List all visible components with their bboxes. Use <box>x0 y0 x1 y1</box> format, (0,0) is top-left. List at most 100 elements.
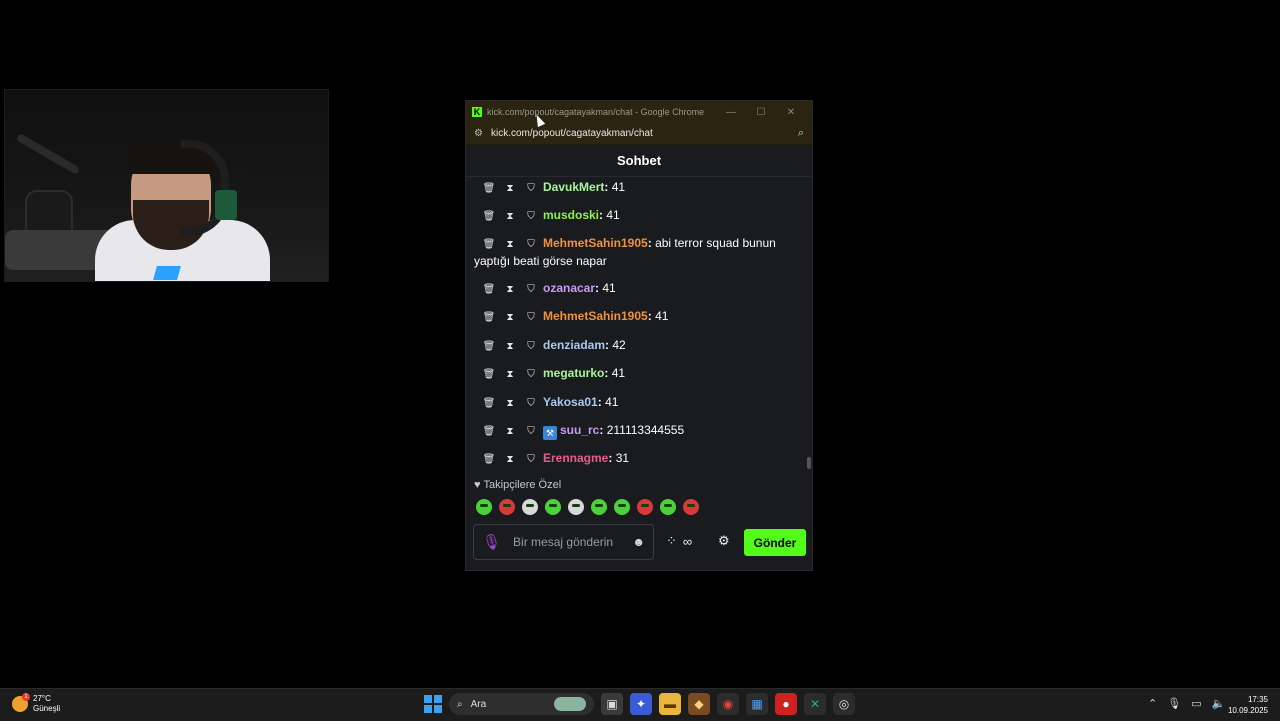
chat-username[interactable]: musdoski <box>543 208 599 222</box>
clock-date: 10.09.2025 <box>1227 706 1268 715</box>
copilot-icon[interactable]: ✦ <box>630 693 652 715</box>
app-icon[interactable]: ◆ <box>688 693 710 715</box>
emote-icon[interactable] <box>568 499 584 515</box>
emote-icon[interactable] <box>591 499 607 515</box>
timeout-user-icon[interactable]: ⧗ <box>501 451 519 468</box>
chat-username[interactable]: megaturko <box>543 366 604 380</box>
chat-message[interactable]: 🗑 ⧗ ⛉ denziadam: 42 <box>480 337 782 355</box>
delete-message-icon[interactable]: 🗑 <box>480 423 498 440</box>
ban-user-icon[interactable]: ⛉ <box>522 451 540 468</box>
users-icon[interactable]: ⁘ <box>666 533 677 549</box>
timeout-user-icon[interactable]: ⧗ <box>501 395 519 412</box>
windows-start-icon[interactable] <box>424 695 442 713</box>
emote-icon[interactable] <box>522 499 538 515</box>
taskbar-search[interactable]: ⌕ Ara <box>449 693 594 715</box>
address-bar[interactable]: ⚙ kick.com/popout/cagatayakman/chat ⌕ <box>466 123 812 145</box>
chat-username[interactable]: MehmetSahin1905 <box>543 236 648 250</box>
chat-username[interactable]: Erennagme <box>543 451 608 465</box>
ban-user-icon[interactable]: ⛉ <box>522 423 540 440</box>
ban-user-icon[interactable]: ⛉ <box>522 309 540 326</box>
ban-user-icon[interactable]: ⛉ <box>522 236 540 253</box>
send-button[interactable]: Gönder <box>744 529 806 556</box>
chat-message[interactable]: 🗑 ⧗ ⛉ Yakosa01: 41 <box>480 394 782 412</box>
chat-message[interactable]: 🗑 ⧗ ⛉ DavukMert: 41 <box>480 179 782 197</box>
timeout-user-icon[interactable]: ⧗ <box>501 423 519 440</box>
minimize-button[interactable]: — <box>716 107 746 118</box>
emote-icon[interactable] <box>499 499 515 515</box>
emote-icon[interactable] <box>614 499 630 515</box>
file-explorer-icon[interactable]: ▬ <box>659 693 681 715</box>
ban-user-icon[interactable]: ⛉ <box>522 180 540 197</box>
delete-message-icon[interactable]: 🗑 <box>480 180 498 197</box>
close-button[interactable]: ✕ <box>776 107 806 118</box>
delete-message-icon[interactable]: 🗑 <box>480 451 498 468</box>
app-icon[interactable]: ◎ <box>833 693 855 715</box>
emote-icon[interactable] <box>545 499 561 515</box>
chat-message[interactable]: 🗑 ⧗ ⛉ ozanacar: 41 <box>480 280 782 298</box>
chevron-up-icon[interactable]: ⌃ <box>1148 697 1157 710</box>
chat-username[interactable]: Yakosa01 <box>543 395 598 409</box>
timeout-user-icon[interactable]: ⧗ <box>501 366 519 383</box>
timeout-user-icon[interactable]: ⧗ <box>501 208 519 225</box>
microphone-icon[interactable]: 🎙 <box>482 533 501 551</box>
delete-message-icon[interactable]: 🗑 <box>480 309 498 326</box>
delete-message-icon[interactable]: 🗑 <box>480 366 498 383</box>
delete-message-icon[interactable]: 🗑 <box>480 338 498 355</box>
chat-message[interactable]: 🗑 ⧗ ⛉ Erennagme: 31 <box>480 450 782 468</box>
emote-icon[interactable] <box>660 499 676 515</box>
site-settings-icon[interactable]: ⚙ <box>474 128 483 139</box>
chat-message[interactable]: 🗑 ⧗ ⛉ MehmetSahin1905: 41 <box>480 308 782 326</box>
delete-message-icon[interactable]: 🗑 <box>480 395 498 412</box>
title-bar[interactable]: K kick.com/popout/cagatayakman/chat - Go… <box>466 101 812 123</box>
maximize-button[interactable]: ☐ <box>746 107 776 118</box>
timeout-user-icon[interactable]: ⧗ <box>501 309 519 326</box>
display-icon[interactable]: ▭ <box>1191 697 1201 710</box>
delete-message-icon[interactable]: 🗑 <box>480 208 498 225</box>
delete-message-icon[interactable]: 🗑 <box>480 281 498 298</box>
timeout-user-icon[interactable]: ⧗ <box>501 180 519 197</box>
chat-message[interactable]: 🗑 ⧗ ⛉ musdoski: 41 <box>480 207 782 225</box>
emote-icon[interactable] <box>683 499 699 515</box>
chat-username[interactable]: ozanacar <box>543 281 595 295</box>
taskbar: 1 27°C Güneşli ⌕ Ara ▣ ✦ ▬ ◆ ◉ ▦ ● ✕ ◎ ⌃… <box>0 688 1280 721</box>
clock[interactable]: 17:35 10.09.2025 <box>1226 694 1268 716</box>
ban-user-icon[interactable]: ⛉ <box>522 366 540 383</box>
microphone-tray-icon[interactable]: 🎙 <box>1167 697 1181 710</box>
ban-user-icon[interactable]: ⛉ <box>522 208 540 225</box>
infinity-icon[interactable]: ∞ <box>683 534 692 549</box>
timeout-user-icon[interactable]: ⧗ <box>501 236 519 253</box>
ban-user-icon[interactable]: ⛉ <box>522 281 540 298</box>
chat-message[interactable]: 🗑 ⧗ ⛉ megaturko: 41 <box>480 365 782 383</box>
chat-username[interactable]: DavukMert <box>543 180 604 194</box>
url-text[interactable]: kick.com/popout/cagatayakman/chat <box>491 128 798 139</box>
chat-tools: ⁘ ∞ <box>666 533 692 549</box>
excel-icon[interactable]: ✕ <box>804 693 826 715</box>
emote-icon[interactable] <box>637 499 653 515</box>
chat-scrollbar[interactable] <box>807 457 811 469</box>
chrome-icon[interactable]: ◉ <box>717 693 739 715</box>
timeout-user-icon[interactable]: ⧗ <box>501 338 519 355</box>
volume-icon[interactable]: 🔈 <box>1212 697 1226 710</box>
chat-settings-gear-icon[interactable]: ⚙ <box>718 533 730 549</box>
message-input[interactable] <box>511 534 633 550</box>
emote-icon[interactable] <box>476 499 492 515</box>
message-composer[interactable]: 🎙 ☻ <box>473 524 654 560</box>
emoji-picker-icon[interactable]: ☻ <box>632 535 645 549</box>
chat-message[interactable]: 🗑 ⧗ ⛉ ⚒ suu_rc: 211113344555 <box>480 422 782 440</box>
weather-widget[interactable]: 1 27°C Güneşli <box>12 693 61 714</box>
chat-message[interactable]: 🗑 ⧗ ⛉ MehmetSahin1905: abi terror squad bun… <box>474 235 782 270</box>
timeout-user-icon[interactable]: ⧗ <box>501 281 519 298</box>
task-view-icon[interactable]: ▣ <box>601 693 623 715</box>
app-icon[interactable]: ● <box>775 693 797 715</box>
weather-description: Güneşli <box>33 704 61 713</box>
chat-username[interactable]: denziadam <box>543 338 605 352</box>
chat-username[interactable]: MehmetSahin1905 <box>543 309 648 323</box>
chat-username[interactable]: suu_rc <box>560 423 599 437</box>
ban-user-icon[interactable]: ⛉ <box>522 395 540 412</box>
ban-user-icon[interactable]: ⛉ <box>522 338 540 355</box>
chat-message-list[interactable]: 🗑 ⧗ ⛉ DavukMert: 41 🗑 ⧗ ⛉ musdoski: 41 🗑 ⧗ ⛉ Mehm… <box>466 176 812 472</box>
zoom-icon[interactable]: ⌕ <box>798 127 804 140</box>
chat-message-text: 41 <box>611 366 626 380</box>
microsoft-store-icon[interactable]: ▦ <box>746 693 768 715</box>
delete-message-icon[interactable]: 🗑 <box>480 236 498 253</box>
